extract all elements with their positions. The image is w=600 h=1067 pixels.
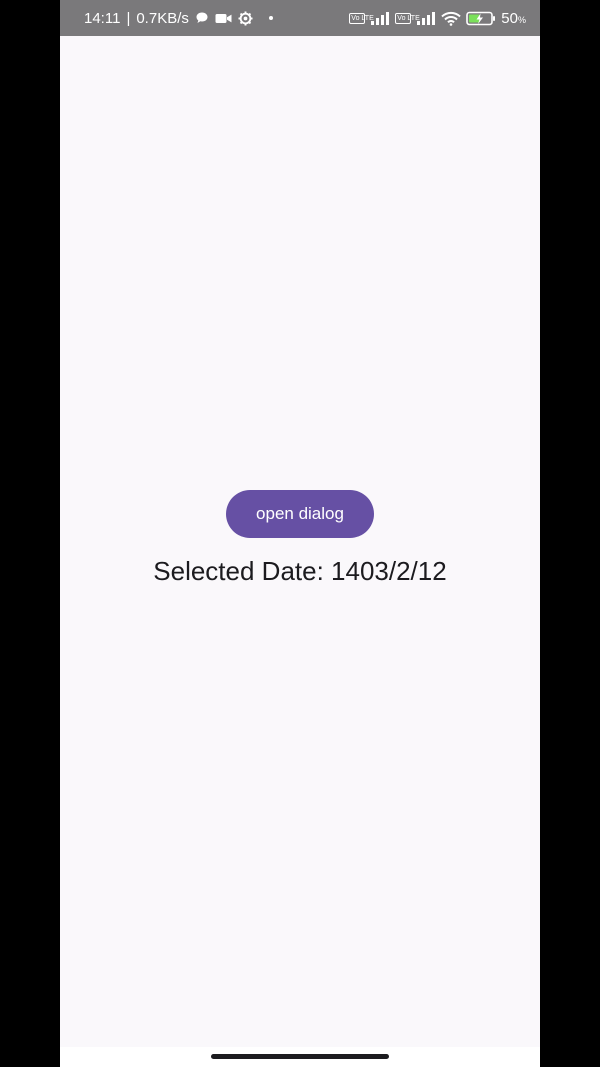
network-speed: 0.7KB/s [136, 9, 189, 27]
battery-percent: 50% [501, 10, 526, 27]
settings-gear-icon [238, 10, 253, 26]
notification-dot [268, 16, 273, 20]
main-content: open dialog Selected Date: 1403/2/12 [60, 36, 540, 1047]
battery-charging-icon [466, 11, 496, 26]
status-bar-right: Vo LTE Vo LTE 50% [349, 10, 526, 27]
chat-bubble-icon [195, 11, 209, 25]
status-separator: | [126, 9, 131, 27]
volte-badge-label: Vo LTE [349, 12, 374, 24]
status-time: 14:11 [84, 9, 121, 27]
volte-icon: Vo LTE [349, 12, 374, 24]
selected-date-text: Selected Date: 1403/2/12 [153, 556, 447, 586]
volte-icon: Vo LTE [395, 12, 420, 24]
home-indicator[interactable] [211, 1054, 389, 1059]
status-bar: 14:11 | 0.7KB/s Vo LTE Vo LTE 50% [60, 0, 540, 36]
volte-badge-label: Vo LTE [395, 12, 420, 24]
battery-percent-value: 50 [501, 9, 518, 27]
signal-icon [370, 11, 390, 25]
battery-percent-unit: % [517, 14, 526, 25]
open-dialog-button[interactable]: open dialog [226, 490, 374, 538]
signal-icon [416, 11, 436, 25]
wifi-icon [441, 11, 461, 26]
phone-screen: 14:11 | 0.7KB/s Vo LTE Vo LTE 50% open d… [60, 0, 540, 1067]
video-camera-icon [215, 12, 232, 25]
status-bar-left: 14:11 | 0.7KB/s [84, 10, 349, 27]
